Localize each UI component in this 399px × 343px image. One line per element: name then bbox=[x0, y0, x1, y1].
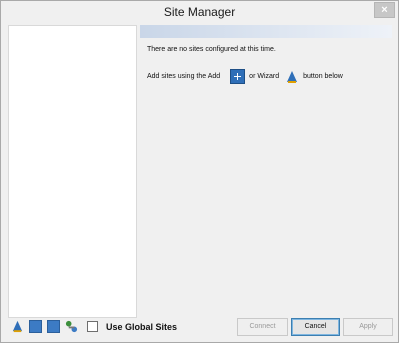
add-instructions-mid: or Wizard bbox=[249, 73, 280, 80]
connect-button[interactable]: Connect bbox=[237, 318, 288, 336]
apply-button[interactable]: Apply bbox=[343, 318, 393, 336]
no-sites-message: There are no sites configured at this ti… bbox=[147, 46, 276, 53]
site-list-icon[interactable] bbox=[29, 320, 42, 333]
bottom-toolbar: Use Global Sites bbox=[11, 320, 177, 333]
site-manager-window: Site Manager × There are no sites config… bbox=[0, 0, 399, 343]
use-global-sites-label: Use Global Sites bbox=[106, 321, 178, 332]
add-instructions-suffix: button below bbox=[303, 73, 343, 80]
back-icon[interactable] bbox=[47, 320, 60, 333]
add-icon bbox=[230, 69, 246, 84]
use-global-sites-checkbox[interactable] bbox=[87, 321, 98, 332]
wizard-icon bbox=[285, 70, 299, 84]
wizard-icon[interactable] bbox=[11, 320, 24, 333]
details-header-bar bbox=[140, 25, 392, 38]
network-icon[interactable] bbox=[65, 320, 78, 333]
close-button[interactable]: × bbox=[374, 2, 395, 18]
sites-tree-panel[interactable] bbox=[8, 25, 137, 318]
add-instructions-prefix: Add sites using the Add bbox=[147, 73, 221, 80]
cancel-button[interactable]: Cancel bbox=[291, 318, 340, 336]
title-bar: Site Manager × bbox=[1, 1, 398, 23]
add-sites-instructions: Add sites using the Add or Wizard button… bbox=[147, 69, 343, 84]
window-title: Site Manager bbox=[163, 5, 236, 19]
